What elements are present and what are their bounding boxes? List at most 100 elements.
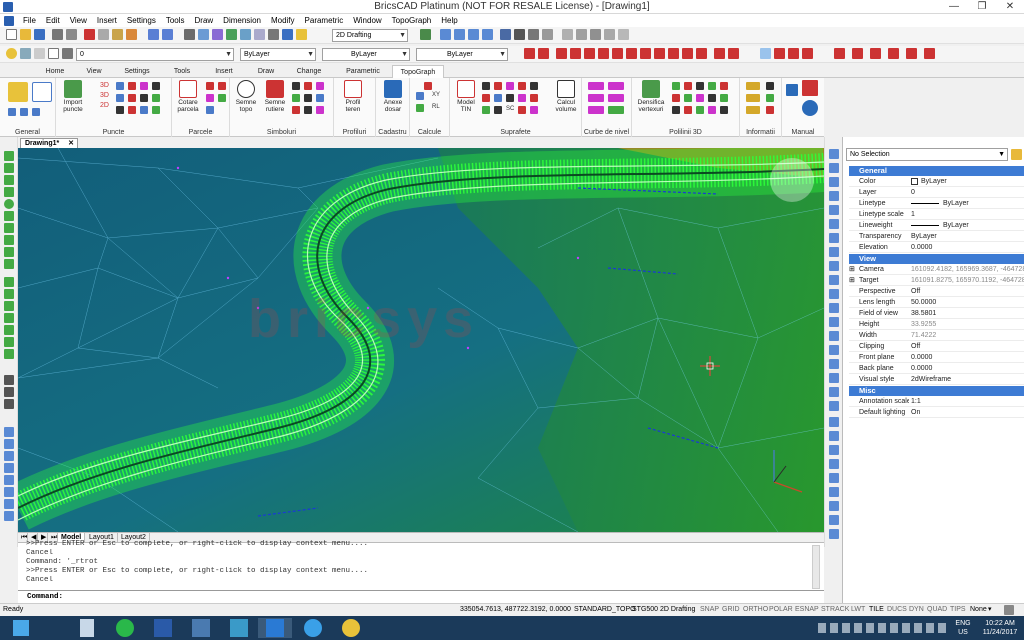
hatch-icon[interactable] <box>4 277 14 287</box>
suprafete-small-6-icon[interactable] <box>482 94 490 102</box>
polilinii-small-9-icon[interactable] <box>708 94 716 102</box>
snap-none-icon[interactable] <box>714 48 725 59</box>
info-small-5-icon[interactable] <box>746 106 760 114</box>
offset-icon[interactable] <box>829 233 839 243</box>
lengthen-icon[interactable] <box>829 373 839 383</box>
menu-file[interactable]: File <box>18 16 41 25</box>
properties-icon[interactable] <box>198 29 209 40</box>
snap-extra-5-icon[interactable] <box>852 48 863 59</box>
prop-row[interactable]: Field of view 38.5801 <box>849 308 1024 319</box>
copy-icon[interactable] <box>98 29 109 40</box>
polilinii-small-7-icon[interactable] <box>684 94 692 102</box>
puncte-small-3-icon[interactable] <box>140 82 148 90</box>
calcul-volume-button[interactable]: Calcul volume <box>552 80 580 113</box>
erase-icon[interactable] <box>829 401 839 411</box>
cut-icon[interactable] <box>84 29 95 40</box>
minimize-button[interactable]: — <box>940 0 968 14</box>
info-small-1-icon[interactable] <box>746 82 760 90</box>
break-icon[interactable] <box>829 289 839 299</box>
anexe-dosar-button[interactable]: Anexe dosar <box>378 80 408 113</box>
tab-insert[interactable]: Insert <box>208 65 240 78</box>
dim-linear-icon[interactable] <box>829 417 839 427</box>
tool-palette-icon[interactable] <box>254 29 265 40</box>
suprafete-small-3-icon[interactable] <box>506 82 514 90</box>
info-icon[interactable] <box>802 100 818 116</box>
drawing-viewport[interactable]: bricsys <box>18 148 824 532</box>
block-icon[interactable] <box>4 427 14 437</box>
snap-intersection-icon[interactable] <box>556 48 567 59</box>
print-preview-icon[interactable] <box>66 29 77 40</box>
menu-insert[interactable]: Insert <box>92 16 122 25</box>
menu-app-icon[interactable] <box>4 15 14 26</box>
simboluri-small-6-icon[interactable] <box>316 94 324 102</box>
snap-extra-9-icon[interactable] <box>924 48 935 59</box>
command-scrollbar[interactable] <box>812 545 820 589</box>
polilinii-small-12-icon[interactable] <box>684 106 692 114</box>
parcele-small-3-icon[interactable] <box>206 106 214 114</box>
sc-label[interactable]: SC <box>506 106 514 112</box>
puncte-small-1-icon[interactable] <box>116 82 124 90</box>
prop-row[interactable]: Default lighting On <box>849 407 1024 418</box>
language-indicator[interactable]: ENG US <box>954 619 972 637</box>
document-tab[interactable]: Drawing1* ✕ <box>20 138 78 148</box>
suprafete-small-8-icon[interactable] <box>506 94 514 102</box>
general-small-2-icon[interactable] <box>20 108 28 116</box>
move-icon[interactable] <box>829 149 839 159</box>
tolerance-icon[interactable] <box>829 501 839 511</box>
status-dimstyle[interactable]: STG500 <box>632 604 658 616</box>
puncte-small-5-icon[interactable] <box>116 94 124 102</box>
color-select[interactable]: ByLayer ▼ <box>240 48 316 61</box>
drawing-explorer-icon[interactable] <box>226 29 237 40</box>
puncte-small-6-icon[interactable] <box>128 94 136 102</box>
status-settings-icon[interactable] <box>1004 605 1014 615</box>
suprafete-small-11-icon[interactable] <box>482 106 490 114</box>
curbe-small-1-icon[interactable] <box>588 82 604 90</box>
prop-row[interactable]: ⊞ Target 161091.8275, 165970.1192, -464728… <box>849 275 1024 286</box>
image-icon[interactable] <box>4 499 14 509</box>
linetype-select[interactable]: ByLayer ▼ <box>322 48 410 61</box>
close-button[interactable]: ✕ <box>996 0 1024 14</box>
polilinii-small-15-icon[interactable] <box>720 106 728 114</box>
attdef-icon[interactable] <box>4 451 14 461</box>
snap-node-icon[interactable] <box>654 48 665 59</box>
info-small-4-icon[interactable] <box>766 94 774 102</box>
menu-help[interactable]: Help <box>436 16 462 25</box>
array-icon[interactable] <box>829 247 839 257</box>
section-view[interactable]: View <box>849 254 1024 264</box>
prop-row[interactable]: Visual style 2dWireframe <box>849 374 1024 385</box>
vp-icon-4[interactable] <box>604 29 615 40</box>
manual-book-icon[interactable] <box>786 84 798 96</box>
layer-icon[interactable] <box>4 475 14 485</box>
toggle-strack[interactable]: STRACK <box>821 604 849 616</box>
tab-change[interactable]: Change <box>292 65 326 78</box>
table-icon[interactable] <box>4 399 14 409</box>
parcele-small-5-icon[interactable] <box>218 94 226 102</box>
quick-select-icon[interactable] <box>1011 149 1022 160</box>
render-icon[interactable] <box>542 29 553 40</box>
info-small-2-icon[interactable] <box>766 82 774 90</box>
puncte-small-11-icon[interactable] <box>140 106 148 114</box>
status-workspace[interactable]: 2D Drafting <box>660 604 695 616</box>
layer-select[interactable]: 0 ▼ <box>76 48 234 61</box>
polilinii-small-14-icon[interactable] <box>708 106 716 114</box>
suprafete-small-14-icon[interactable] <box>530 106 538 114</box>
suprafete-small-13-icon[interactable] <box>518 106 526 114</box>
manual-help-icon[interactable] <box>802 80 818 96</box>
pan-icon[interactable] <box>500 29 511 40</box>
tray-icons[interactable] <box>818 619 948 637</box>
vp-icon-5[interactable] <box>618 29 629 40</box>
prop-row[interactable]: Back plane 0.0000 <box>849 363 1024 374</box>
expand-icon[interactable]: ⊞ <box>849 275 855 286</box>
menu-modify[interactable]: Modify <box>266 16 300 25</box>
import-puncte-button[interactable]: Import puncte <box>60 80 86 113</box>
stretch-icon[interactable] <box>829 205 839 215</box>
polyline-icon[interactable] <box>4 163 14 173</box>
status-coordinates[interactable]: 335054.7613, 487722.3192, 0.0000 <box>460 604 571 616</box>
snap-extra-8-icon[interactable] <box>906 48 917 59</box>
dim-angular-icon[interactable] <box>829 445 839 455</box>
taskbar-app-word[interactable] <box>146 618 180 638</box>
line-icon[interactable] <box>4 151 14 161</box>
toggle-ortho[interactable]: ORTHO <box>743 604 768 616</box>
zoom-in-icon[interactable] <box>454 29 465 40</box>
polilinii-small-6-icon[interactable] <box>672 94 680 102</box>
